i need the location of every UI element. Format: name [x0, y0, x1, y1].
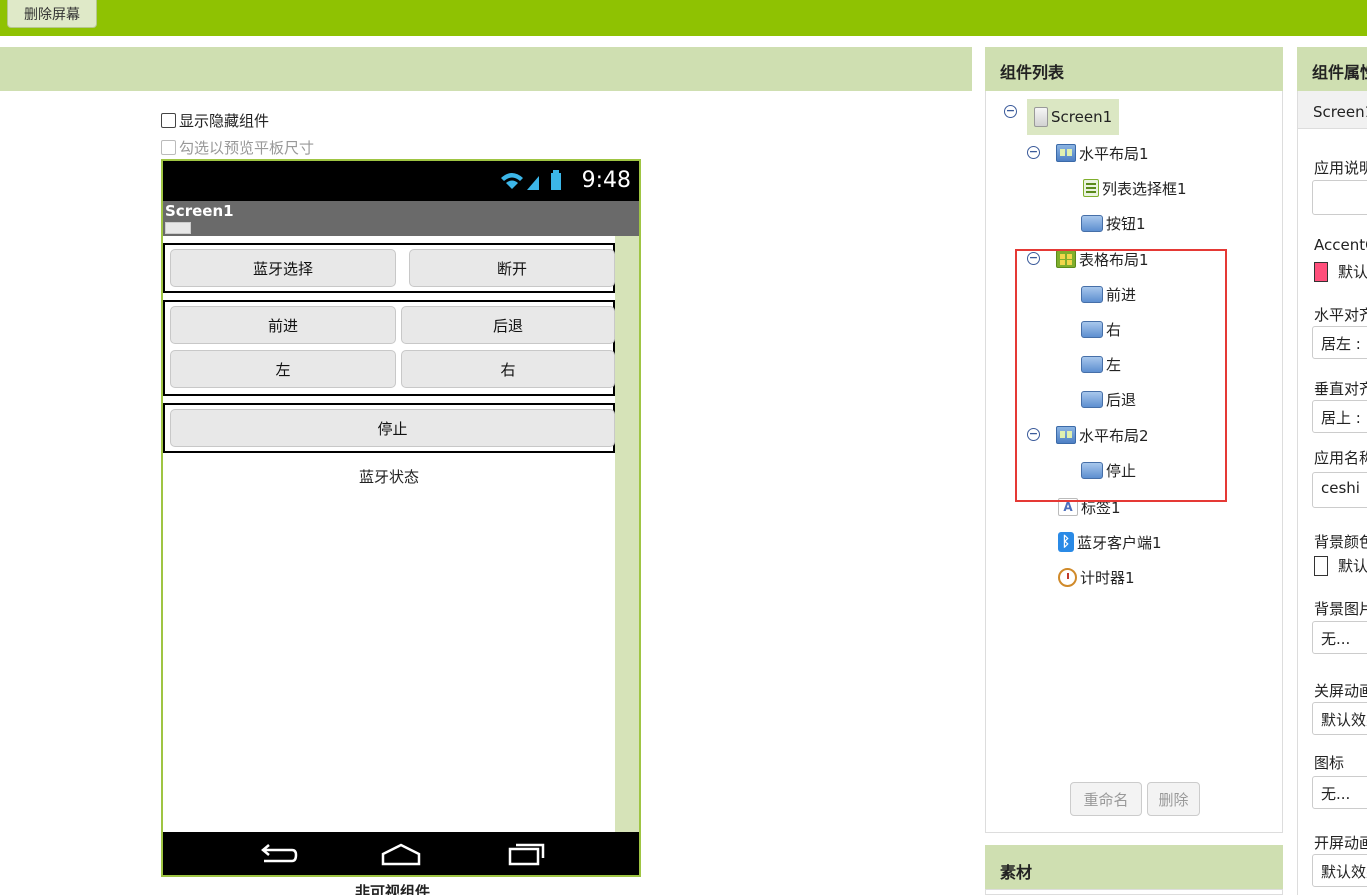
backward-button[interactable]: 后退	[401, 306, 615, 344]
background-image-label: 背景图片	[1314, 600, 1367, 618]
horizontal-layout-2[interactable]: 停止	[163, 403, 615, 453]
tree-item-label: 列表选择框1	[1102, 179, 1187, 198]
accent-color-label: AccentColor	[1314, 236, 1367, 254]
screen-icon	[1034, 107, 1048, 127]
clock-icon	[1058, 567, 1077, 587]
tablet-preview-label: 勾选以预览平板尺寸	[179, 139, 315, 157]
tree-item-listpicker1[interactable]: 列表选择框1	[1083, 175, 1187, 201]
title-indicator	[165, 222, 191, 234]
align-horizontal-select[interactable]: 居左 : 1	[1312, 326, 1367, 359]
show-hidden-label: 显示隐藏组件	[179, 112, 270, 130]
bluetooth-icon: ᛒ	[1058, 532, 1074, 552]
open-animation-select[interactable]: 默认效果	[1312, 854, 1367, 887]
left-button[interactable]: 左	[170, 350, 396, 388]
align-vertical-select[interactable]: 居上 : 1	[1312, 400, 1367, 433]
components-header: 组件列表	[985, 47, 1283, 91]
accent-color-picker[interactable]: 默认	[1314, 261, 1367, 282]
show-hidden-checkbox[interactable]	[161, 113, 176, 128]
bt-status-label: 蓝牙状态	[358, 468, 419, 486]
background-image-picker[interactable]: 无...	[1312, 621, 1367, 654]
tree-item-label: Screen1	[1051, 108, 1113, 126]
button-icon	[1081, 214, 1103, 232]
app-name-input[interactable]: ceshi	[1312, 472, 1367, 508]
tree-item-hlayout1[interactable]: 水平布局1	[1056, 140, 1149, 166]
properties-panel: Screen1 应用说明 AccentColor 默认 水平对齐 居左 : 1 …	[1297, 91, 1367, 895]
red-annotation-box	[1015, 249, 1227, 502]
align-horizontal-label: 水平对齐	[1314, 306, 1367, 324]
about-screen-label: 应用说明	[1314, 159, 1367, 177]
tree-item-btclient1[interactable]: ᛒ 蓝牙客户端1	[1058, 529, 1162, 555]
bt-select-button[interactable]: 蓝牙选择	[170, 249, 396, 287]
stop-button[interactable]: 停止	[170, 409, 615, 447]
accent-color-value: 默认	[1338, 263, 1367, 281]
tree-item-button1[interactable]: 按钮1	[1081, 210, 1146, 236]
tree-item-clock1[interactable]: 计时器1	[1058, 564, 1135, 590]
collapse-hlayout1-toggle[interactable]: −	[1027, 146, 1040, 159]
background-color-picker[interactable]: 默认	[1314, 555, 1367, 576]
properties-header: 组件属性	[1297, 47, 1367, 91]
phone-nav-bar	[163, 832, 639, 875]
phone-scrollbar[interactable]	[615, 236, 639, 832]
media-panel	[985, 889, 1283, 895]
top-toolbar: 删除屏幕	[0, 0, 1367, 36]
home-nav-icon[interactable]	[379, 840, 423, 870]
delete-screen-button[interactable]: 删除屏幕	[7, 0, 97, 28]
list-picker-icon	[1083, 179, 1099, 197]
back-nav-icon[interactable]	[256, 840, 300, 870]
app-window: 删除屏幕 显示隐藏组件 勾选以预览平板尺寸 9:48 Screen1 蓝牙选择 …	[0, 0, 1367, 895]
table-layout-1[interactable]: 前进 后退 左 右	[163, 300, 615, 396]
tablet-preview-checkbox-row[interactable]: 勾选以预览平板尺寸	[161, 137, 314, 158]
forward-button[interactable]: 前进	[170, 306, 396, 344]
rename-button[interactable]: 重命名	[1070, 782, 1142, 816]
tree-item-label: 按钮1	[1106, 214, 1146, 233]
tablet-preview-checkbox[interactable]	[161, 140, 176, 155]
delete-component-button[interactable]: 删除	[1147, 782, 1200, 816]
viewer-header	[0, 47, 972, 91]
status-time: 9:48	[581, 168, 631, 193]
collapse-screen1-toggle[interactable]: −	[1004, 105, 1017, 118]
phone-preview: 9:48 Screen1 蓝牙选择 断开 前进 后退 左 右 停止 蓝牙状态	[161, 159, 641, 877]
tree-item-screen1[interactable]: Screen1	[1027, 99, 1120, 135]
nonvisible-components-label: 非可视组件	[355, 883, 431, 895]
accent-color-swatch	[1314, 261, 1328, 282]
close-animation-select[interactable]: 默认效果	[1312, 702, 1367, 735]
disconnect-button[interactable]: 断开	[409, 249, 615, 287]
tree-item-label: 蓝牙客户端1	[1077, 533, 1162, 552]
horizontal-layout-1[interactable]: 蓝牙选择 断开	[163, 243, 615, 293]
app-name-label: 应用名称	[1314, 449, 1367, 467]
properties-component-name: Screen1	[1298, 91, 1367, 129]
background-color-label: 背景颜色	[1314, 533, 1367, 551]
show-hidden-checkbox-row[interactable]: 显示隐藏组件	[161, 110, 269, 131]
close-animation-label: 关屏动画	[1314, 682, 1367, 700]
about-screen-input[interactable]	[1312, 180, 1367, 215]
open-animation-label: 开屏动画	[1314, 834, 1367, 852]
tree-item-label: 计时器1	[1080, 568, 1135, 587]
icon-picker[interactable]: 无...	[1312, 776, 1367, 809]
background-color-swatch	[1314, 555, 1328, 576]
tree-item-label: 水平布局1	[1079, 144, 1149, 163]
phone-screen-title: Screen1	[165, 202, 234, 220]
recent-apps-nav-icon[interactable]	[505, 840, 549, 870]
media-header: 素材	[985, 845, 1283, 889]
phone-status-bar: 9:48	[163, 161, 639, 201]
align-vertical-label: 垂直对齐	[1314, 380, 1367, 398]
horizontal-layout-icon	[1056, 144, 1076, 162]
background-color-value: 默认	[1338, 557, 1367, 575]
phone-title-bar: Screen1	[163, 201, 639, 236]
right-button[interactable]: 右	[401, 350, 615, 388]
icon-label: 图标	[1314, 754, 1345, 772]
signal-battery-icon	[499, 170, 577, 197]
